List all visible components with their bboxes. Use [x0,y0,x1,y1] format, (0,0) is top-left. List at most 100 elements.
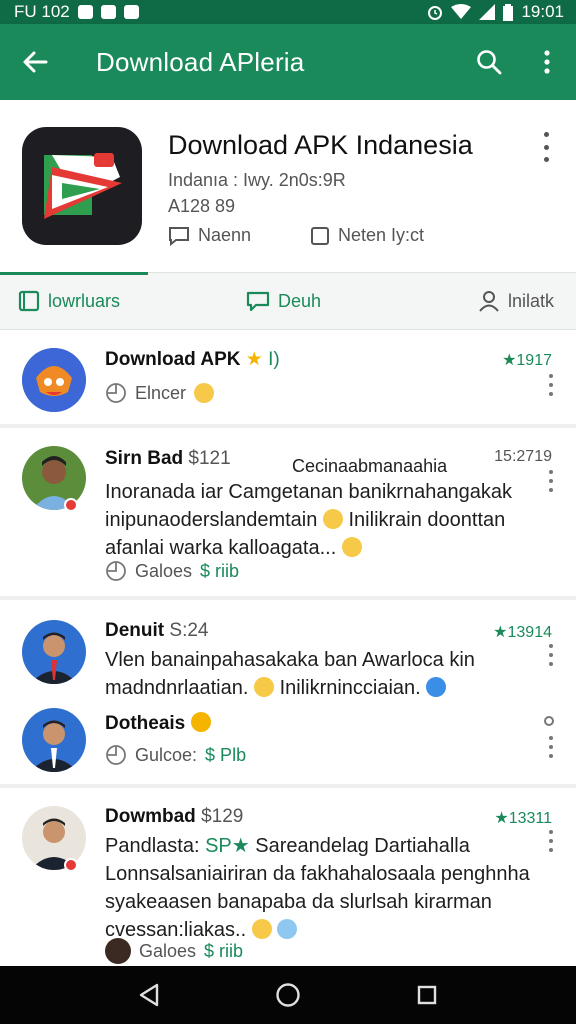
status-ring-icon [544,716,554,726]
dot-icon [549,754,553,758]
header-more-button[interactable] [536,132,556,162]
checkbox-icon [311,226,329,245]
person-icon [479,291,499,312]
post-time: 15:2719 [494,448,552,465]
post-more-button[interactable] [548,374,554,396]
triangle-back-icon [140,983,159,1007]
search-icon [477,50,502,75]
post-line: syakeaasen banapaba da slurlsah kirarman [105,891,492,913]
clock-icon [106,561,126,581]
post-line: Lonnsalsaniairiran da fakhahalosaala pen… [105,863,530,885]
app-size: A128 89 [168,196,236,216]
post-header: Denuit S:24 [105,620,208,642]
chat-icon [169,226,189,246]
post-amount: S:24 [169,620,209,641]
dot-icon [543,144,549,150]
app-meta: Indanıa : Iwy. 2n0s:9R [168,170,346,190]
list-item[interactable]: Dotheais Gulcoe: $ Plb [0,700,576,784]
footer-label: Galoes [135,560,193,581]
footer-label: Galoes [139,940,197,961]
app-header: Download APK Indanesia Indanıa : Iwy. 2n… [0,100,576,272]
feed-list: Download APK ★ I) ★1917 Elncer Sirn Bad … [0,330,576,966]
post-extra: Cecinaabmanaahia [292,456,448,476]
post-header: Dowmbad $129 [105,806,243,828]
list-item[interactable]: Denuit S:24 ★13914 Vlen banainpahasakaka… [0,600,576,700]
comments-chip[interactable]: Naenn [168,225,251,246]
post-more-button[interactable] [548,736,554,758]
notes-chip[interactable]: Neten Iy:ct [310,225,424,246]
post-score: ★13311 [494,810,552,827]
post-amount: $121 [188,448,231,469]
post-footer: Galoes $ riib [105,938,243,964]
notification-icon [123,5,139,19]
globe-emoji-icon [426,677,447,697]
system-nav-bar [0,966,576,1024]
more-vert-icon [544,50,550,74]
post-title: Pandlasta: [105,835,200,857]
post-title-tag: SP [205,835,232,857]
square-recents-icon [417,985,436,1005]
clock-icon [106,745,126,765]
arrow-back-icon [23,51,48,73]
post-body: Vlen banainpahasakaka ban Awarloca kin m… [105,646,550,702]
post-header: Dotheais [105,712,211,735]
smile-emoji-icon [341,537,362,557]
avatar [22,348,86,412]
dot-icon [549,470,553,474]
smile-emoji-icon [254,677,274,697]
star-emoji-icon: ★ [245,349,263,370]
post-line: Inilikrnincciaian. [279,677,421,699]
footer-label: Gulcoe: [135,744,198,765]
post-amount: $129 [201,806,244,827]
list-item[interactable]: Dowmbad $129 ★13311 Pandlasta: SP★ Sarea… [0,788,576,966]
post-line: Inoranada iar Camgetanan banikrnahangaka… [105,481,512,503]
battery-icon [503,3,514,21]
back-button[interactable] [0,24,70,100]
nav-back-button[interactable] [119,966,179,1024]
toolbar-title: Download APleria [96,46,305,77]
footer-price: $ riib [200,560,240,581]
avatar [22,708,86,772]
dot-icon [549,383,553,387]
notification-badge [64,858,78,872]
search-button[interactable] [460,24,518,100]
footer-label: Elncer [135,382,187,403]
footer-price: $ Plb [205,744,247,765]
chip-label: Neten Iy:ct [338,225,425,245]
tab-people[interactable]: lnilatk [478,273,554,329]
tab-label: Deuh [278,290,322,311]
post-author: Denuit [105,620,165,641]
post-footer: Elncer [105,382,215,404]
post-author: Download APK [105,349,241,370]
app-logo-icon [44,153,122,219]
app-logo[interactable] [22,127,142,245]
thumbs-emoji-icon [190,712,211,732]
post-author: Dowmbad [105,806,196,827]
notification-badge [64,498,78,512]
smile-emoji-icon [251,919,272,939]
post-body: Pandlasta: SP★ Sareandelag Dartiahalla L… [105,832,550,944]
tab-discussion[interactable]: Deuh [246,273,321,329]
cry-emoji-icon [277,919,298,939]
dot-icon [543,157,549,162]
wifi-icon [451,4,472,19]
nav-home-button[interactable] [258,966,318,1024]
list-item[interactable]: Sirn Bad $121 Cecinaabmanaahia 15:2719 I… [0,428,576,598]
tab-label: lnilatk [507,290,554,311]
post-title: Sareandelag Dartiahalla [255,835,470,857]
dot-icon [549,745,553,749]
dot-icon [543,132,549,137]
overflow-menu-button[interactable] [518,24,576,100]
mail-icon [77,5,93,19]
chat-bubble-icon [246,291,270,312]
clock-icon [106,383,126,403]
post-suffix: I) [268,349,280,370]
list-item[interactable]: Download APK ★ I) ★1917 Elncer [0,330,576,424]
post-line: Vlen banainpahasakaka ban Awarloca kin [105,649,475,671]
tab-downloads[interactable]: lowrluars [18,273,120,329]
post-line: madndnrlaatian. [105,677,249,699]
nav-recents-button[interactable] [397,966,457,1024]
signal-icon [479,4,496,20]
post-body: Inoranada iar Camgetanan banikrnahangaka… [105,478,550,562]
tab-label: lowrluars [48,290,121,311]
